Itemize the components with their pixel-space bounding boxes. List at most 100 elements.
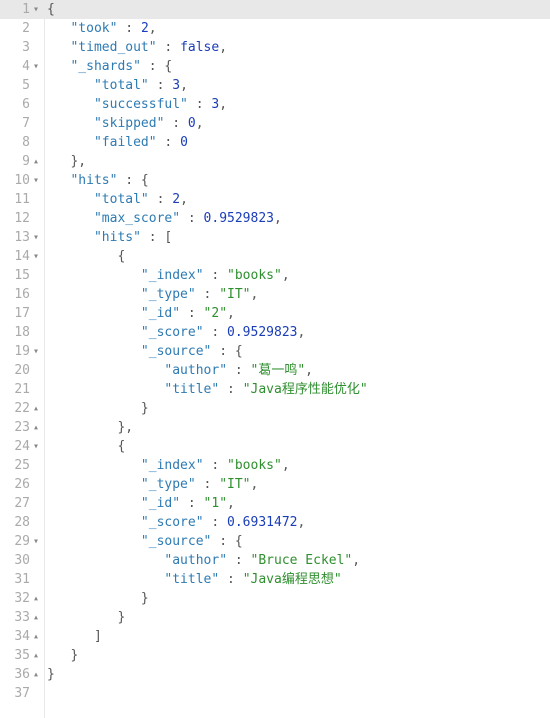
token-str: "1" xyxy=(204,496,227,511)
code-line[interactable]: "timed_out" : false, xyxy=(45,38,550,57)
fold-toggle-icon[interactable]: ▾ xyxy=(30,233,42,243)
code-line[interactable]: "_source" : { xyxy=(45,532,550,551)
token-punct: , xyxy=(282,268,290,283)
gutter-line: 37 xyxy=(0,684,44,703)
fold-toggle-icon[interactable]: ▾ xyxy=(30,5,42,15)
fold-toggle-icon[interactable]: ▴ xyxy=(30,670,42,680)
code-editor[interactable]: 1▾234▾56789▴10▾111213▾14▾1516171819▾2021… xyxy=(0,0,550,718)
token-punct: : xyxy=(149,192,172,207)
fold-toggle-icon[interactable]: ▴ xyxy=(30,157,42,167)
gutter-line: 34▴ xyxy=(0,627,44,646)
token-ws xyxy=(47,268,141,283)
fold-toggle-icon[interactable]: ▾ xyxy=(30,62,42,72)
token-punct: ] xyxy=(94,629,102,644)
token-num: 2 xyxy=(172,192,180,207)
token-ws xyxy=(47,572,164,587)
line-number: 13 xyxy=(8,228,30,247)
token-ws xyxy=(47,382,164,397)
code-line[interactable]: "max_score" : 0.9529823, xyxy=(45,209,550,228)
token-str: "IT" xyxy=(219,477,250,492)
gutter-line: 36▴ xyxy=(0,665,44,684)
token-punct: , xyxy=(196,116,204,131)
token-punct: } xyxy=(70,648,78,663)
code-line[interactable]: { xyxy=(45,437,550,456)
gutter-line: 13▾ xyxy=(0,228,44,247)
code-line[interactable]: "total" : 3, xyxy=(45,76,550,95)
code-line[interactable]: } xyxy=(45,608,550,627)
fold-toggle-icon[interactable]: ▾ xyxy=(30,537,42,547)
code-line[interactable]: "_type" : "IT", xyxy=(45,475,550,494)
code-line[interactable]: } xyxy=(45,646,550,665)
token-ws xyxy=(47,325,141,340)
fold-toggle-icon[interactable]: ▴ xyxy=(30,632,42,642)
gutter-line: 5 xyxy=(0,76,44,95)
token-key: "took" xyxy=(70,21,117,36)
code-line[interactable]: }, xyxy=(45,152,550,171)
code-line[interactable]: "_score" : 0.6931472, xyxy=(45,513,550,532)
token-num: 0 xyxy=(188,116,196,131)
token-punct: : xyxy=(157,135,180,150)
token-punct: : xyxy=(196,287,219,302)
code-line[interactable]: "_id" : "2", xyxy=(45,304,550,323)
token-ws xyxy=(47,97,94,112)
code-line[interactable]: "_score" : 0.9529823, xyxy=(45,323,550,342)
code-line[interactable]: "hits" : { xyxy=(45,171,550,190)
fold-toggle-icon[interactable]: ▴ xyxy=(30,404,42,414)
token-punct: : [ xyxy=(141,230,172,245)
fold-toggle-icon[interactable]: ▴ xyxy=(30,423,42,433)
code-line[interactable]: "title" : "Java程序性能优化" xyxy=(45,380,550,399)
fold-toggle-icon[interactable]: ▾ xyxy=(30,347,42,357)
token-punct: : { xyxy=(211,344,242,359)
code-line[interactable]: "hits" : [ xyxy=(45,228,550,247)
code-line[interactable]: { xyxy=(45,0,550,19)
fold-toggle-icon[interactable]: ▾ xyxy=(30,442,42,452)
token-key: "_index" xyxy=(141,458,204,473)
token-str: "Bruce Eckel" xyxy=(251,553,353,568)
token-key: "timed_out" xyxy=(70,40,156,55)
token-ws xyxy=(47,306,141,321)
fold-toggle-icon[interactable]: ▴ xyxy=(30,594,42,604)
token-punct: { xyxy=(117,439,125,454)
token-ws xyxy=(47,629,94,644)
fold-toggle-icon[interactable]: ▴ xyxy=(30,613,42,623)
code-line[interactable]: "total" : 2, xyxy=(45,190,550,209)
code-line[interactable]: ] xyxy=(45,627,550,646)
code-line[interactable]: "_type" : "IT", xyxy=(45,285,550,304)
token-punct: }, xyxy=(117,420,133,435)
token-punct: , xyxy=(149,21,157,36)
code-line[interactable]: "skipped" : 0, xyxy=(45,114,550,133)
code-line[interactable]: "took" : 2, xyxy=(45,19,550,38)
code-line[interactable]: "author" : "Bruce Eckel", xyxy=(45,551,550,570)
code-line[interactable]: "title" : "Java编程思想" xyxy=(45,570,550,589)
code-line[interactable]: } xyxy=(45,589,550,608)
code-line[interactable]: "failed" : 0 xyxy=(45,133,550,152)
code-line[interactable]: } xyxy=(45,665,550,684)
fold-toggle-icon[interactable]: ▾ xyxy=(30,252,42,262)
code-area[interactable]: { "took" : 2, "timed_out" : false, "_sha… xyxy=(45,0,550,718)
fold-toggle-icon[interactable]: ▴ xyxy=(30,651,42,661)
code-line[interactable] xyxy=(45,684,550,703)
gutter-line: 21 xyxy=(0,380,44,399)
token-ws xyxy=(47,477,141,492)
line-number: 11 xyxy=(8,190,30,209)
code-line[interactable]: }, xyxy=(45,418,550,437)
gutter-line: 9▴ xyxy=(0,152,44,171)
code-line[interactable]: "_index" : "books", xyxy=(45,456,550,475)
token-punct: : xyxy=(227,553,250,568)
gutter-line: 7 xyxy=(0,114,44,133)
code-line[interactable]: "_index" : "books", xyxy=(45,266,550,285)
fold-toggle-icon[interactable]: ▾ xyxy=(30,176,42,186)
token-punct: : { xyxy=(211,534,242,549)
token-punct: , xyxy=(180,192,188,207)
code-line[interactable]: "_id" : "1", xyxy=(45,494,550,513)
gutter-line: 27 xyxy=(0,494,44,513)
code-line[interactable]: "_shards" : { xyxy=(45,57,550,76)
line-number: 32 xyxy=(8,589,30,608)
code-line[interactable]: "author" : "葛一鸣", xyxy=(45,361,550,380)
code-line[interactable]: } xyxy=(45,399,550,418)
code-line[interactable]: { xyxy=(45,247,550,266)
code-line[interactable]: "successful" : 3, xyxy=(45,95,550,114)
code-line[interactable]: "_source" : { xyxy=(45,342,550,361)
token-ws xyxy=(47,534,141,549)
token-str: "books" xyxy=(227,268,282,283)
